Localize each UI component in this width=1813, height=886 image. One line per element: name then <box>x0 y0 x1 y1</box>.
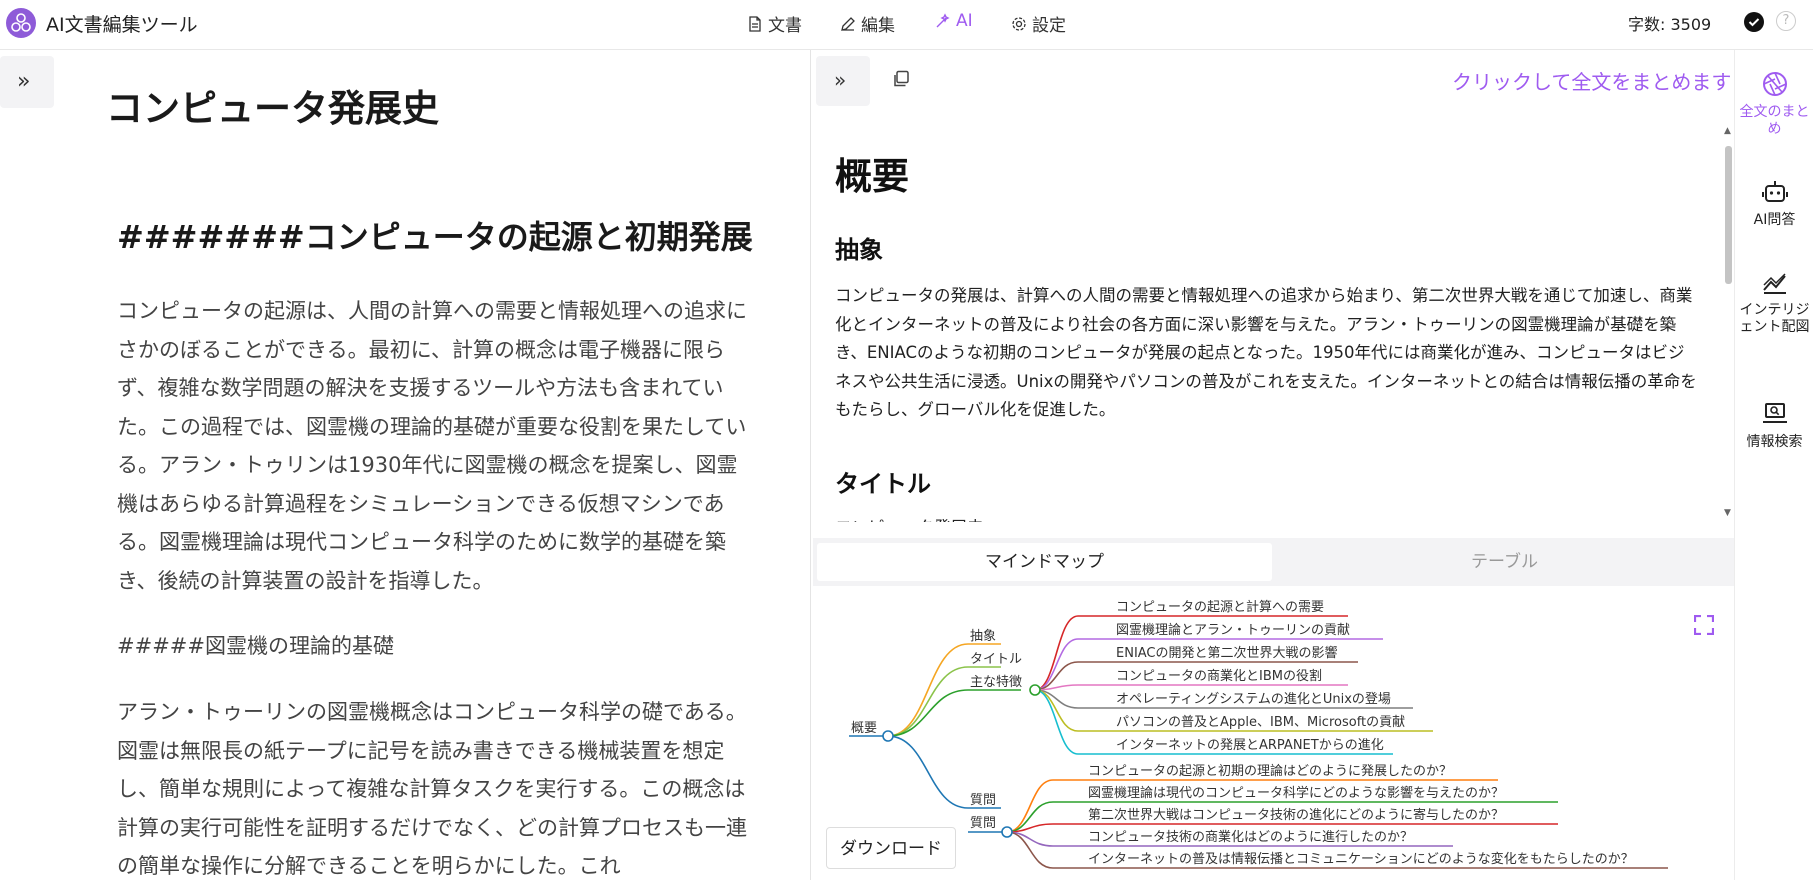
tab-table[interactable]: テーブル <box>1277 543 1732 581</box>
mindmap-question-2[interactable]: 第二次世界大戦はコンピュータ技術の進化にどのように寄与したのか？ <box>1088 807 1504 823</box>
mindmap-questions-dot[interactable] <box>1001 826 1013 838</box>
mindmap-branch-3[interactable]: 質問 <box>970 793 996 808</box>
robot-icon <box>1761 181 1788 202</box>
section-heading[interactable]: #######コンピュータの起源と初期発展 <box>117 212 753 258</box>
mindmap-feature-1[interactable]: 図霊機理論とアラン・トゥーリンの貢献 <box>1116 622 1350 638</box>
mindmap-feature-edge <box>1034 638 1079 691</box>
check-circle-icon[interactable] <box>1744 12 1764 32</box>
collapse-panel-button[interactable]: » <box>816 56 870 106</box>
mindmap-root-node[interactable]: 概要 <box>851 721 877 736</box>
scroll-down-arrow-icon[interactable]: ▼ <box>1724 508 1731 518</box>
copy-icon[interactable] <box>892 70 910 88</box>
right-tool-panel: 全文のまとめ AI問答 インテリジェント配図 情報検索 <box>1734 50 1813 880</box>
aperture-icon <box>1762 72 1787 96</box>
mindmap-branch-0[interactable]: 抽象 <box>970 629 996 644</box>
summarize-all-link[interactable]: クリックして全文をまとめます <box>1452 66 1731 95</box>
scroll-up-arrow-icon[interactable]: ▲ <box>1724 126 1731 136</box>
mindmap-questions-label[interactable]: 質問 <box>970 816 996 831</box>
tool-ai-qa-label: AI問答 <box>1753 212 1796 228</box>
mindmap-branch-edge <box>887 666 969 737</box>
mindmap-feature-5[interactable]: パソコンの普及とApple、IBM、Microsoftの貢献 <box>1116 715 1405 730</box>
mindmap-branch-edge <box>887 689 969 737</box>
mindmap-question-0[interactable]: コンピュータの起源と初期の理論はどのように発展したのか？ <box>1088 763 1452 779</box>
mindmap-branch-2[interactable]: 主な特徴 <box>970 675 1022 690</box>
view-tabs: マインドマップ テーブル <box>813 538 1735 586</box>
paragraph-1[interactable]: コンピュータの起源は、人間の計算への需要と情報処理への追求にさかのぼることができ… <box>117 292 747 600</box>
nav-ai[interactable]: AI <box>935 11 973 31</box>
tab-mindmap[interactable]: マインドマップ <box>817 543 1272 581</box>
word-count: 字数: 3509 <box>1628 15 1712 34</box>
mindmap-features-dot[interactable] <box>1029 684 1041 696</box>
title-heading: タイトル <box>835 470 931 498</box>
nav-edit-label: 編集 <box>861 16 895 36</box>
tool-smart-chart-label: インテリジェント配図 <box>1739 302 1810 335</box>
subsection-heading[interactable]: #####図霊機の理論的基礎 <box>117 630 394 660</box>
tool-ai-qa[interactable]: AI問答 <box>1735 178 1813 229</box>
gear-icon <box>1012 16 1026 31</box>
app-logo-icon <box>6 8 36 38</box>
laptop-search-icon <box>1762 403 1787 423</box>
abstract-text: コンピュータの発展は、計算への人間の需要と情報処理への追求から始まり、第二次世界… <box>835 286 1697 419</box>
app-title: AI文書編集ツール <box>46 14 198 36</box>
nav-edit[interactable]: 編集 <box>840 11 895 36</box>
summary-heading: 概要 <box>835 155 909 198</box>
mindmap-feature-edge <box>1034 615 1079 691</box>
title-value: コンピュータ発展史 <box>835 514 984 522</box>
mindmap-question-edge <box>1006 831 1054 869</box>
tool-smart-chart[interactable]: インテリジェント配図 <box>1735 268 1813 336</box>
help-icon[interactable]: ? <box>1776 11 1796 31</box>
nav-ai-label: AI <box>956 11 973 31</box>
nav-settings[interactable]: 設定 <box>1011 11 1066 36</box>
mindmap-question-3[interactable]: コンピュータ技術の商業化はどのように進行したのか？ <box>1088 829 1413 845</box>
fullscreen-icon[interactable] <box>1694 615 1714 635</box>
mindmap-root-dot[interactable] <box>882 730 894 742</box>
expand-sidebar-button[interactable]: » <box>0 56 54 108</box>
mindmap-question-1[interactable]: 図霊機理論は現代のコンピュータ科学にどのような影響を与えたのか？ <box>1088 785 1504 801</box>
magic-wand-icon <box>936 13 950 28</box>
mindmap-feature-6[interactable]: インターネットの発展とARPANETからの進化 <box>1116 738 1384 753</box>
mindmap-feature-3[interactable]: コンピュータの商業化とIBMの役割 <box>1116 668 1322 684</box>
mindmap-feature-edge <box>1034 689 1079 732</box>
mindmap-branch-edge <box>887 643 969 737</box>
mindmap-feature-0[interactable]: コンピュータの起源と計算への需要 <box>1116 599 1324 615</box>
tool-summarize-label: 全文のまとめ <box>1739 104 1810 137</box>
download-button[interactable]: ダウンロード <box>826 827 956 869</box>
tool-search[interactable]: 情報検索 <box>1735 400 1813 451</box>
mindmap-feature-2[interactable]: ENIACの開発と第二次世界大戦の影響 <box>1116 645 1338 661</box>
pencil-icon <box>841 16 855 31</box>
mindmap-branch-1[interactable]: タイトル <box>970 652 1022 667</box>
scroll-thumb[interactable] <box>1725 146 1732 284</box>
double-chevron-right-icon: » <box>17 69 31 94</box>
tool-search-label: 情報検索 <box>1746 434 1803 450</box>
top-bar: AI文書編集ツール 文書 編集 AI 設定 字数: 3509 ? <box>0 0 1813 50</box>
document-title[interactable]: コンピュータ発展史 <box>106 78 439 132</box>
document-icon <box>749 15 761 32</box>
abstract-heading: 抽象 <box>835 236 883 264</box>
double-chevron-right-icon: » <box>834 68 847 92</box>
nav-document-label: 文書 <box>768 16 802 36</box>
nav-settings-label: 設定 <box>1032 16 1066 36</box>
paragraph-2[interactable]: アラン・トゥーリンの図霊機概念はコンピュータ科学の礎である。図霊は無限長の紙テー… <box>117 693 747 886</box>
mindmap-branch-edge <box>887 735 969 809</box>
mindmap-feature-4[interactable]: オペレーティングシステムの進化とUnixの登場 <box>1116 692 1391 707</box>
mindmap-question-4[interactable]: インターネットの普及は情報伝播とコミュニケーションにどのような変化をもたらしたの… <box>1088 851 1634 867</box>
chart-icon <box>1762 273 1786 294</box>
nav-document[interactable]: 文書 <box>747 11 802 36</box>
summary-content: 概要 抽象 コンピュータの発展は、計算への人間の需要と情報処理への追求から始まり… <box>835 122 1697 522</box>
panel-divider[interactable] <box>810 50 811 880</box>
summary-scrollbar[interactable]: ▲ ▼ <box>1722 126 1734 524</box>
tool-summarize[interactable]: 全文のまとめ <box>1735 70 1813 138</box>
